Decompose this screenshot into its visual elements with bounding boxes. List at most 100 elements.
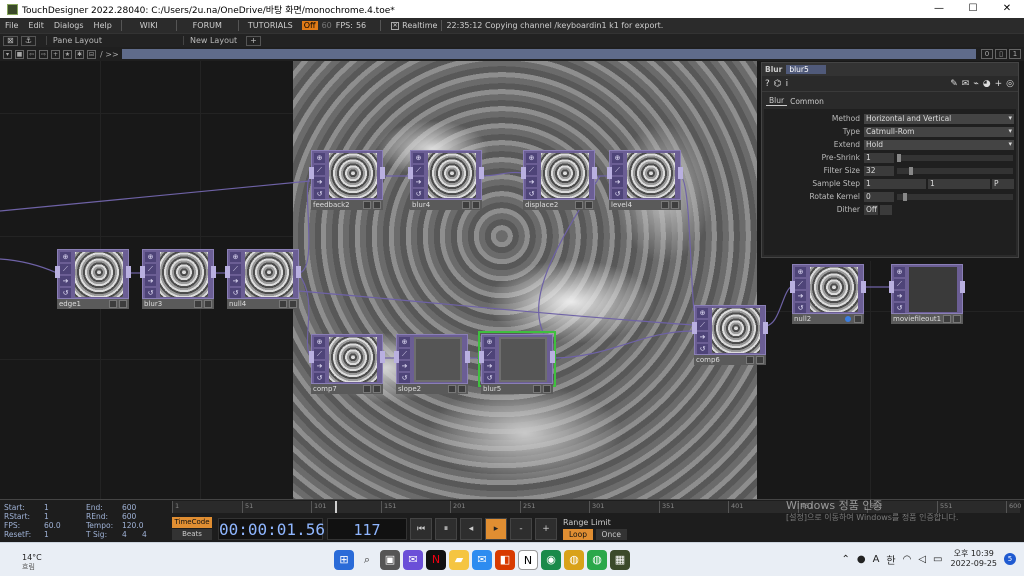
chrome-profile-icon[interactable]: ◍ — [587, 550, 607, 570]
dither-toggle-box[interactable] — [880, 204, 892, 215]
battery-icon[interactable]: ▭ — [933, 554, 942, 565]
node-feedback2[interactable]: ⊕ ⟋ ➔ ↺ feedback2 — [309, 150, 385, 210]
playhead[interactable] — [335, 501, 337, 513]
step-plus-button[interactable]: + — [535, 518, 557, 540]
python-help-icon[interactable]: ⌬ — [774, 79, 782, 89]
mail-icon[interactable]: ✉ — [472, 550, 492, 570]
node-edge1[interactable]: ⊕ ⟋ ➔ ↺ edge1 — [55, 249, 131, 309]
start-value[interactable]: 1 — [44, 503, 49, 512]
info-icon[interactable]: i — [786, 79, 789, 89]
tsig-num[interactable]: 4 — [122, 530, 127, 539]
step-back-icon[interactable]: ◂ — [460, 518, 482, 540]
rend-value[interactable]: 600 — [122, 512, 136, 521]
search-icon[interactable]: ⌕ — [357, 550, 377, 570]
path-field[interactable] — [122, 49, 976, 59]
fps-setting[interactable]: 60.0 — [44, 521, 61, 530]
add-param-icon[interactable]: + — [995, 79, 1003, 89]
frame-display[interactable]: 117 — [327, 518, 407, 540]
rotate-kernel-field[interactable]: 0 — [864, 191, 894, 202]
forward-icon[interactable]: ⇨ — [39, 49, 48, 59]
dock-icon[interactable]: ▾ — [3, 49, 12, 59]
tempo-value[interactable]: 120.0 — [122, 521, 143, 530]
rstart-value[interactable]: 1 — [44, 512, 49, 521]
resetf-value[interactable]: 1 — [44, 530, 49, 539]
step-minus-button[interactable]: - — [510, 518, 532, 540]
comment-icon[interactable]: ✉ — [962, 79, 970, 89]
realtime-checkbox[interactable]: ✕ — [391, 21, 400, 30]
pane-layout-button[interactable]: Pane Layout — [45, 36, 108, 45]
node-blur3[interactable]: ⊕ ⟋ ➔ ↺ blur3 — [140, 249, 216, 309]
node-blur4[interactable]: ⊕ ⟋ ➔ ↺ blur4 — [408, 150, 484, 210]
notion-icon[interactable]: N — [518, 550, 538, 570]
node-null4[interactable]: ⊕ ⟋ ➔ ↺ null4 — [225, 249, 301, 309]
pane-split-icon[interactable]: ⊠ — [3, 35, 18, 46]
pane-anchor-icon[interactable]: ⚓ — [20, 35, 36, 46]
sample-step-y[interactable]: 1 — [928, 178, 990, 189]
task-view-icon[interactable]: ▣ — [380, 550, 400, 570]
close-button[interactable]: ✕ — [990, 0, 1024, 18]
tab-blur[interactable]: Blur — [766, 96, 788, 106]
tray-chevron-icon[interactable]: ⌃ — [841, 554, 849, 565]
node-comp6[interactable]: ⊕ ⟋ ➔ ↺ comp6 — [692, 305, 768, 365]
notification-badge[interactable]: 5 — [1004, 553, 1016, 565]
node-displace2[interactable]: ⊕ ⟋ ➔ ↺ displace2 — [521, 150, 597, 210]
level-right-box[interactable]: ▯ — [995, 49, 1007, 59]
sample-step-mode[interactable]: P — [992, 178, 1014, 189]
tab-common[interactable]: Common — [787, 97, 827, 106]
touchdesigner-icon[interactable]: ▦ — [610, 550, 630, 570]
sample-step-x[interactable]: 1 — [864, 178, 926, 189]
node-moviefileout1[interactable]: ⊕ ⟋ ➔ ↺ moviefileout1 — [889, 264, 965, 324]
start-icon[interactable]: ⊞ — [334, 550, 354, 570]
pane-type-icon[interactable]: ⊟ — [87, 49, 96, 59]
filter-size-slider[interactable] — [897, 166, 1013, 175]
level-right[interactable]: 1 — [1009, 49, 1021, 59]
netflix-icon[interactable]: N — [426, 550, 446, 570]
level-left[interactable]: 0 — [981, 49, 993, 59]
maximize-button[interactable]: ☐ — [956, 0, 990, 18]
edge-icon[interactable]: ◉ — [541, 550, 561, 570]
timecode-toggle[interactable]: TimeCode — [172, 517, 212, 528]
menu-help[interactable]: Help — [89, 21, 117, 30]
color-icon[interactable]: ◕ — [983, 79, 991, 89]
op-name-field[interactable]: blur5 — [786, 65, 827, 74]
edit-icon[interactable]: ✎ — [950, 79, 958, 89]
add-layout-button[interactable]: + — [246, 35, 261, 46]
beats-toggle[interactable]: Beats — [172, 529, 212, 540]
extend-menu[interactable]: Hold — [864, 139, 1014, 150]
menu-dialogs[interactable]: Dialogs — [49, 21, 89, 30]
target-icon[interactable]: ◎ — [1006, 79, 1014, 89]
minimize-button[interactable]: — — [922, 0, 956, 18]
preshrink-field[interactable]: 1 — [864, 152, 894, 163]
person-icon[interactable]: ✱ — [75, 49, 84, 59]
timecode-display[interactable]: 00:00:01.56 — [218, 518, 325, 540]
menu-edit[interactable]: Edit — [23, 21, 49, 30]
type-menu[interactable]: Catmull-Rom — [864, 126, 1014, 137]
ime-mode-en[interactable]: A — [873, 554, 880, 565]
perf-mode-badge[interactable]: Off — [301, 21, 318, 30]
filter-size-field[interactable]: 32 — [864, 165, 894, 176]
node-slope2[interactable]: ⊕ ⟋ ➔ ↺ slope2 — [394, 334, 470, 394]
play-icon[interactable]: ▸ — [485, 518, 507, 540]
rewind-icon[interactable]: ⏮ — [410, 518, 432, 540]
rotate-kernel-slider[interactable] — [897, 192, 1013, 201]
ime-mode-ko[interactable]: 한 — [886, 552, 895, 567]
wifi-icon[interactable]: ◠ — [903, 554, 912, 565]
menu-file[interactable]: File — [0, 21, 23, 30]
loop-option[interactable]: Loop — [563, 529, 593, 540]
office-icon[interactable]: ◧ — [495, 550, 515, 570]
node-blur5[interactable]: ⊕ ⟋ ➔ ↺ blur5 — [478, 331, 556, 394]
wiki-link[interactable]: WIKI — [126, 21, 172, 30]
chat-icon[interactable]: ✉ — [403, 550, 423, 570]
volume-icon[interactable]: ◁ — [918, 554, 926, 565]
back-icon[interactable]: ⇦ — [27, 49, 36, 59]
preshrink-slider[interactable] — [897, 153, 1013, 162]
node-comp7[interactable]: ⊕ ⟋ ➔ ↺ comp7 — [309, 334, 385, 394]
tutorials-link[interactable]: TUTORIALS — [243, 21, 298, 30]
stop-icon[interactable]: ■ — [15, 49, 24, 59]
help-icon[interactable]: ? — [765, 79, 770, 89]
node-level4[interactable]: ⊕ ⟋ ➔ ↺ level4 — [607, 150, 683, 210]
tray-app-icon[interactable]: ● — [857, 554, 866, 565]
new-layout-tab[interactable]: New Layout — [182, 36, 243, 45]
method-menu[interactable]: Horizontal and Vertical — [864, 113, 1014, 124]
dither-toggle[interactable]: Off — [864, 204, 878, 215]
